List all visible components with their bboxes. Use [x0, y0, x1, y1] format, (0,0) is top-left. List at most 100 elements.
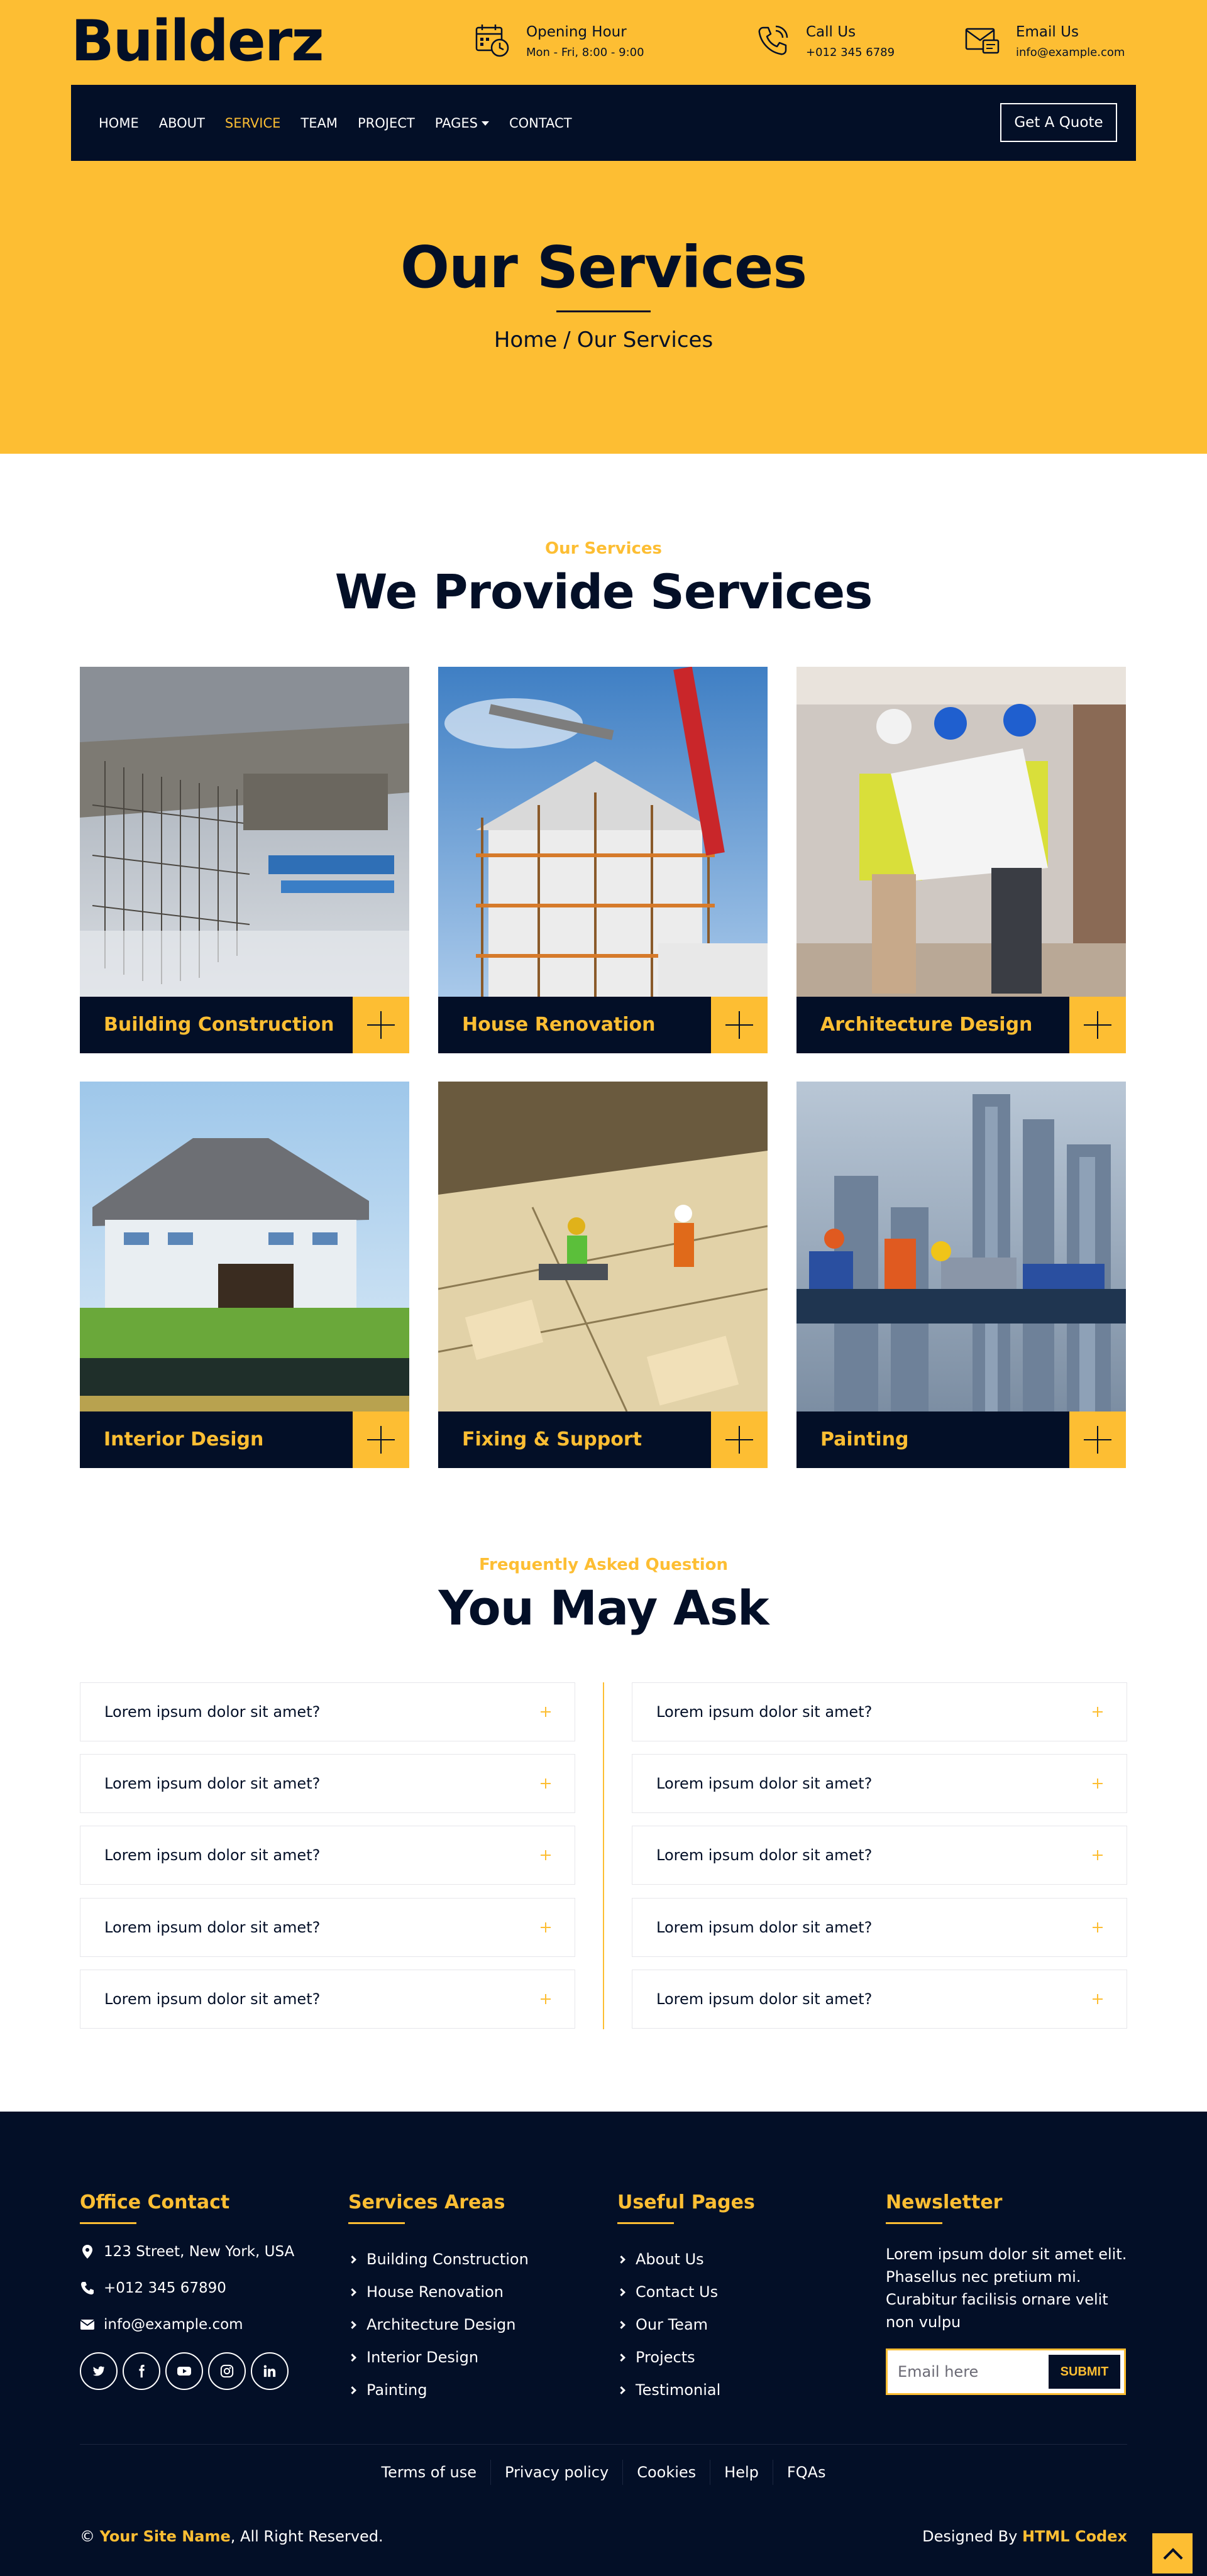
faq-item[interactable]: Lorem ipsum dolor sit amet?: [632, 1826, 1127, 1885]
service-name[interactable]: Painting: [820, 1411, 909, 1468]
footer-link[interactable]: Our Team: [617, 2308, 869, 2341]
service-card-painting[interactable]: Painting: [796, 1082, 1126, 1468]
opening-hour-title: Opening Hour: [526, 24, 627, 40]
engineers-blueprint-image: [796, 667, 1126, 997]
linkedin-button[interactable]: [251, 2352, 289, 2390]
nav-about[interactable]: ABOUT: [159, 116, 205, 131]
faq-item[interactable]: Lorem ipsum dolor sit amet?: [632, 1682, 1127, 1741]
faq-item[interactable]: Lorem ipsum dolor sit amet?: [80, 1970, 575, 2029]
footer-menu-privacy[interactable]: Privacy policy: [490, 2460, 622, 2485]
opening-hour-info: Opening Hour Mon - Fri, 8:00 - 9:00: [475, 23, 644, 62]
faq-question: Lorem ipsum dolor sit amet?: [104, 1919, 321, 1936]
breadcrumb-separator: /: [563, 327, 571, 353]
footer-link-label: About Us: [636, 2250, 704, 2268]
footer-link[interactable]: About Us: [617, 2243, 869, 2276]
faq-item[interactable]: Lorem ipsum dolor sit amet?: [80, 1898, 575, 1957]
service-card-building-construction[interactable]: Building Construction: [80, 667, 409, 1053]
site-logo[interactable]: Builderz: [71, 13, 324, 70]
nav-project[interactable]: PROJECT: [358, 116, 415, 131]
footer-link[interactable]: Projects: [617, 2341, 869, 2374]
faq-question: Lorem ipsum dolor sit amet?: [656, 1775, 873, 1792]
footer-link[interactable]: Interior Design: [348, 2341, 600, 2374]
plus-icon: [1091, 1706, 1104, 1718]
nav-home[interactable]: HOME: [99, 116, 139, 131]
newsletter-email-input[interactable]: [898, 2350, 1042, 2393]
service-card-footer: Painting: [796, 1411, 1126, 1468]
designer-link[interactable]: HTML Codex: [1022, 2528, 1127, 2545]
call-us-value[interactable]: +012 345 6789: [806, 44, 895, 62]
service-name[interactable]: Building Construction: [104, 997, 334, 1053]
instagram-button[interactable]: [208, 2352, 246, 2390]
email-us-value[interactable]: info@example.com: [1016, 44, 1125, 62]
service-card-house-renovation[interactable]: House Renovation: [438, 667, 768, 1053]
designer-prefix: Designed By: [922, 2528, 1018, 2545]
site-name-link[interactable]: Your Site Name: [100, 2528, 231, 2545]
nav-pages-dropdown[interactable]: PAGES: [435, 116, 489, 131]
service-card-fixing-support[interactable]: Fixing & Support: [438, 1082, 768, 1468]
plus-icon[interactable]: [1069, 997, 1126, 1053]
call-us-info: Call Us +012 345 6789: [754, 23, 895, 62]
service-card-footer: Building Construction: [80, 997, 409, 1053]
back-to-top-button[interactable]: [1152, 2533, 1193, 2573]
footer-link[interactable]: Testimonial: [617, 2374, 869, 2406]
faq-item[interactable]: Lorem ipsum dolor sit amet?: [632, 1970, 1127, 2029]
facebook-icon: [139, 2364, 145, 2378]
get-quote-button[interactable]: Get A Quote: [1000, 103, 1117, 142]
footer-link[interactable]: House Renovation: [348, 2276, 600, 2308]
map-marker-icon: [82, 2245, 92, 2259]
footer-newsletter: Newsletter Lorem ipsum dolor sit amet el…: [886, 2191, 1137, 2395]
opening-hour-value: Mon - Fri, 8:00 - 9:00: [526, 46, 644, 59]
footer-menu-help[interactable]: Help: [710, 2460, 773, 2485]
footer-link-label: Architecture Design: [367, 2316, 516, 2333]
nav-team[interactable]: TEAM: [300, 116, 338, 131]
plus-icon[interactable]: [711, 997, 768, 1053]
facebook-button[interactable]: [123, 2352, 160, 2390]
faq-item[interactable]: Lorem ipsum dolor sit amet?: [80, 1826, 575, 1885]
footer-link[interactable]: Painting: [348, 2374, 600, 2406]
faq-question: Lorem ipsum dolor sit amet?: [656, 1703, 873, 1721]
newsletter-submit-button[interactable]: SUBMIT: [1049, 2355, 1120, 2389]
plus-icon[interactable]: [711, 1411, 768, 1468]
service-card-interior-design[interactable]: Interior Design: [80, 1082, 409, 1468]
faq-divider: [603, 1682, 604, 2029]
faq-item[interactable]: Lorem ipsum dolor sit amet?: [632, 1754, 1127, 1813]
services-areas-title: Services Areas: [348, 2191, 505, 2213]
chevron-right-icon: [348, 2255, 356, 2264]
footer-link[interactable]: Contact Us: [617, 2276, 869, 2308]
youtube-button[interactable]: [165, 2352, 203, 2390]
footer-link[interactable]: Building Construction: [348, 2243, 600, 2276]
breadcrumb-home[interactable]: Home: [494, 327, 557, 353]
faq-item[interactable]: Lorem ipsum dolor sit amet?: [80, 1754, 575, 1813]
calendar-clock-icon: [475, 25, 509, 57]
nav-menu: HOME ABOUT SERVICE TEAM PROJECT PAGES CO…: [99, 116, 592, 131]
plus-icon[interactable]: [1069, 1411, 1126, 1468]
twitter-button[interactable]: [80, 2352, 118, 2390]
nav-service[interactable]: SERVICE: [225, 116, 281, 131]
workers-on-site-image: [438, 1082, 768, 1411]
service-name[interactable]: House Renovation: [462, 997, 656, 1053]
service-card-architecture-design[interactable]: Architecture Design: [796, 667, 1126, 1053]
address-text: 123 Street, New York, USA: [104, 2244, 295, 2260]
phone-text[interactable]: +012 345 67890: [104, 2280, 226, 2296]
breadcrumb: Home / Our Services: [0, 327, 1207, 353]
footer-link-label: Projects: [636, 2349, 695, 2366]
service-name[interactable]: Fixing & Support: [462, 1411, 642, 1468]
email-us-title: Email Us: [1016, 24, 1079, 40]
phone-line: +012 345 67890: [80, 2279, 331, 2297]
footer-menu-faqs[interactable]: FQAs: [772, 2460, 840, 2485]
service-name[interactable]: Architecture Design: [820, 997, 1032, 1053]
faq-item[interactable]: Lorem ipsum dolor sit amet?: [80, 1682, 575, 1741]
footer-link[interactable]: Architecture Design: [348, 2308, 600, 2341]
footer-menu-cookies[interactable]: Cookies: [622, 2460, 710, 2485]
footer-menu-terms[interactable]: Terms of use: [367, 2460, 490, 2485]
nav-contact[interactable]: CONTACT: [509, 116, 572, 131]
plus-icon[interactable]: [353, 997, 409, 1053]
newsletter-form: SUBMIT: [886, 2349, 1126, 2395]
chevron-right-icon: [348, 2320, 356, 2329]
plus-icon[interactable]: [353, 1411, 409, 1468]
email-text[interactable]: info@example.com: [104, 2316, 243, 2333]
service-name[interactable]: Interior Design: [104, 1411, 263, 1468]
breadcrumb-current[interactable]: Our Services: [577, 327, 713, 353]
page-title: Our Services: [400, 234, 807, 301]
faq-item[interactable]: Lorem ipsum dolor sit amet?: [632, 1898, 1127, 1957]
